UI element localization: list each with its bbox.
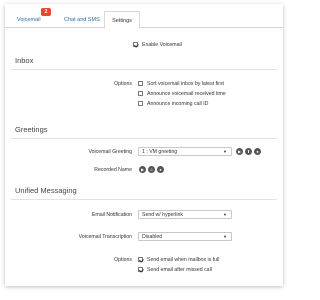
greetings-title: Greetings (15, 125, 48, 134)
announce-received-time-checkbox[interactable] (138, 91, 143, 96)
tab-voicemail[interactable]: Voicemail (17, 17, 41, 23)
unified-options-label: Options (114, 257, 132, 263)
sort-latest-label: Sort voicemail inbox by latest first (147, 81, 224, 87)
tab-chat-and-sms[interactable]: Chat and SMS (64, 17, 100, 23)
email-missed-call-checkbox[interactable] (138, 267, 143, 272)
inbox-divider (11, 69, 277, 70)
enable-voicemail-checkbox[interactable] (133, 42, 138, 47)
tab-settings[interactable]: Settings (104, 11, 140, 29)
unified-divider (11, 199, 277, 200)
voicemail-transcription-select[interactable]: Disabled ▼ (138, 232, 232, 241)
email-notification-label: Email Notification (91, 212, 132, 218)
voicemail-transcription-value: Disabled (142, 234, 163, 240)
unified-messaging-title: Unified Messaging (15, 186, 77, 195)
play-icon[interactable]: ▶ (236, 148, 243, 155)
greetings-divider (11, 138, 277, 139)
record-icon[interactable]: ● (254, 148, 261, 155)
email-notification-select[interactable]: Send w/ hyperlink ▼ (138, 210, 232, 219)
enable-voicemail-label: Enable Voicemail (142, 42, 182, 48)
email-mailbox-full-label: Send email when mailbox is full (147, 257, 220, 263)
play-icon[interactable]: ▶ (139, 166, 146, 173)
email-notification-value: Send w/ hyperlink (142, 212, 183, 218)
record-icon[interactable]: ● (157, 166, 164, 173)
chevron-down-icon: ▼ (223, 149, 227, 154)
sort-latest-checkbox[interactable] (138, 81, 143, 86)
voicemail-greeting-select[interactable]: 1 : VM greeting ▼ (138, 147, 232, 156)
voicemail-transcription-label: Voicemail Transcription (78, 234, 132, 240)
inbox-title: Inbox (15, 56, 34, 65)
chevron-down-icon: ▼ (223, 234, 227, 239)
announce-call-id-label: Announce incoming call ID (147, 101, 209, 107)
email-mailbox-full-checkbox[interactable] (138, 257, 143, 262)
recorded-name-label: Recorded Name (94, 167, 132, 173)
email-missed-call-label: Send email after missed call (147, 267, 212, 273)
user-icon[interactable]: ☺ (148, 166, 155, 173)
chevron-down-icon: ▼ (223, 212, 227, 217)
upload-icon[interactable]: ⬆ (245, 148, 252, 155)
tab-bar: Voicemail 2 Chat and SMS Settings (5, 4, 283, 29)
settings-panel: Voicemail 2 Chat and SMS Settings Enable… (5, 4, 283, 286)
announce-received-time-label: Announce voicemail received time (147, 91, 226, 97)
voicemail-count-badge: 2 (41, 8, 51, 16)
announce-call-id-checkbox[interactable] (138, 101, 143, 106)
inbox-options-label: Options (114, 81, 132, 87)
voicemail-greeting-label: Voicemail Greeting (88, 149, 132, 155)
voicemail-greeting-value: 1 : VM greeting (142, 149, 178, 155)
